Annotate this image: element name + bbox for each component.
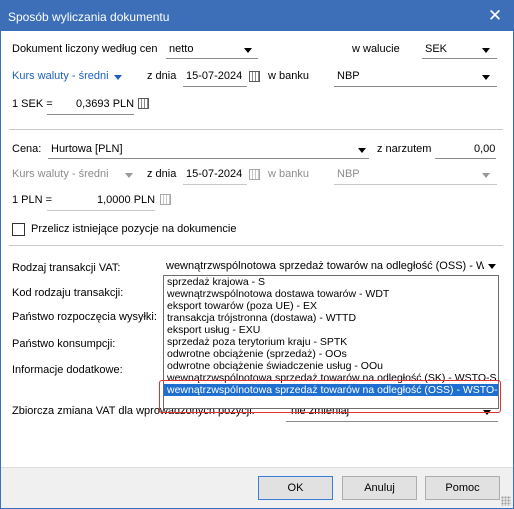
section-divider [9, 129, 503, 130]
rate-value-field[interactable]: 0,3693 PLN [76, 98, 134, 110]
price-rate-date-field: 15-07-2024 [186, 168, 243, 180]
rate-date-label: z dnia [147, 70, 177, 82]
price-label: Cena: [12, 143, 42, 155]
transaction-code-label: Kod rodzaju transakcji: [12, 287, 124, 299]
price-type-select[interactable]: netto [166, 39, 258, 59]
rate-lhs-label: 1 SEK = [12, 98, 53, 110]
vat-type-label: Rodzaj transakcji VAT: [12, 262, 121, 274]
price-list-select[interactable]: Hurtowa [PLN] [48, 139, 369, 159]
dialog-window: Sposób wyliczania dokumentu ✕ Dokument l… [0, 0, 514, 509]
calendar-icon[interactable] [138, 98, 149, 109]
calendar-icon[interactable] [249, 71, 260, 82]
close-icon[interactable]: ✕ [484, 6, 506, 26]
cancel-button[interactable]: Anuluj [342, 476, 417, 500]
chevron-down-icon [114, 75, 122, 80]
button-bar: OK Anuluj Pomoc [1, 467, 513, 508]
recalculate-label: Przelicz istniejące pozycje na dokumenci… [31, 223, 237, 235]
bank-value: NBP [337, 70, 360, 82]
calendar-icon [249, 169, 260, 180]
help-button[interactable]: Pomoc [425, 476, 500, 500]
list-item[interactable]: eksport towarów (poza UE) - EX [164, 300, 498, 312]
list-item[interactable]: transakcja trójstronna (dostawa) - WTTD [164, 312, 498, 324]
rate-value-underline [47, 114, 134, 115]
price-rate-date-underline [183, 184, 247, 185]
list-item[interactable]: odwrotne obciążenie świadczenie usług - … [164, 360, 498, 372]
rate-type-select[interactable]: Kurs waluty - średni [12, 68, 132, 84]
list-item[interactable]: eksport usług - EXU [164, 324, 498, 336]
rate-type-value: Kurs waluty - średni [12, 70, 109, 82]
list-item[interactable]: odwrotne obciążenie (sprzedaż) - OOs [164, 348, 498, 360]
additional-info-label: Informacje dodatkowe: [12, 364, 123, 376]
price-list-value: Hurtowa [PLN] [51, 143, 123, 155]
vat-type-value: wewnątrzwspólnotowa sprzedaż towarów na … [166, 260, 484, 272]
markup-label: z narzutem [377, 143, 432, 155]
price-rate-value-field: 1,0000 PLN [97, 194, 156, 206]
price-rate-value-underline [47, 210, 155, 211]
list-item[interactable]: wewnątrzwspólnotowa dostawa towarów - WD… [164, 288, 498, 300]
highlight-annotation [159, 380, 501, 413]
chevron-down-icon [358, 148, 366, 153]
ok-button[interactable]: OK [258, 476, 333, 500]
calendar-icon [160, 194, 171, 205]
currency-value: SEK [425, 43, 448, 55]
price-rate-type-value: Kurs waluty - średni [12, 168, 109, 180]
price-rate-type-select: Kurs waluty - średni [12, 166, 137, 182]
price-rate-lhs-label: 1 PLN = [12, 194, 53, 206]
window-title: Sposób wyliczania dokumentu [8, 10, 170, 24]
price-list-underline [48, 158, 369, 159]
bank-label: w banku [268, 70, 309, 82]
recalculate-checkbox[interactable] [12, 223, 25, 236]
price-bank-value: NBP [337, 168, 360, 180]
resize-grip-icon[interactable] [501, 496, 511, 506]
chevron-down-icon [482, 173, 490, 178]
price-bank-label: w banku [268, 168, 309, 180]
vat-change-underline [286, 421, 498, 422]
list-item[interactable]: sprzedaż krajowa - S [164, 276, 498, 288]
chevron-down-icon [244, 48, 252, 53]
price-bank-select: NBP [334, 164, 497, 184]
rate-date-underline [183, 86, 247, 87]
chevron-down-icon [488, 264, 496, 269]
markup-field[interactable]: 0,00 [474, 143, 495, 155]
currency-underline [422, 58, 497, 59]
markup-underline [435, 158, 496, 159]
list-item[interactable]: sprzedaż poza terytorium kraju - SPTK [164, 336, 498, 348]
consumption-country-label: Państwo konsumpcji: [12, 338, 116, 350]
price-type-value: netto [169, 43, 194, 55]
currency-label: w walucie [352, 43, 400, 55]
chevron-down-icon [482, 48, 490, 53]
vat-type-select[interactable]: wewnątrzwspólnotowa sprzedaż towarów na … [163, 257, 497, 274]
price-type-underline [166, 58, 258, 59]
currency-select[interactable]: SEK [422, 39, 497, 59]
price-basis-label: Dokument liczony według cen [12, 43, 158, 55]
section-divider [9, 245, 503, 246]
bank-select[interactable]: NBP [334, 66, 497, 86]
chevron-down-icon [125, 173, 133, 178]
start-country-label: Państwo rozpoczęcia wysyłki: [12, 311, 157, 323]
price-rate-date-label: z dnia [147, 168, 177, 180]
bank-underline [334, 86, 497, 87]
price-bank-underline [334, 184, 497, 185]
chevron-down-icon [482, 75, 490, 80]
rate-date-field[interactable]: 15-07-2024 [186, 70, 242, 82]
dialog-body: Dokument liczony według cen netto w walu… [1, 31, 513, 508]
